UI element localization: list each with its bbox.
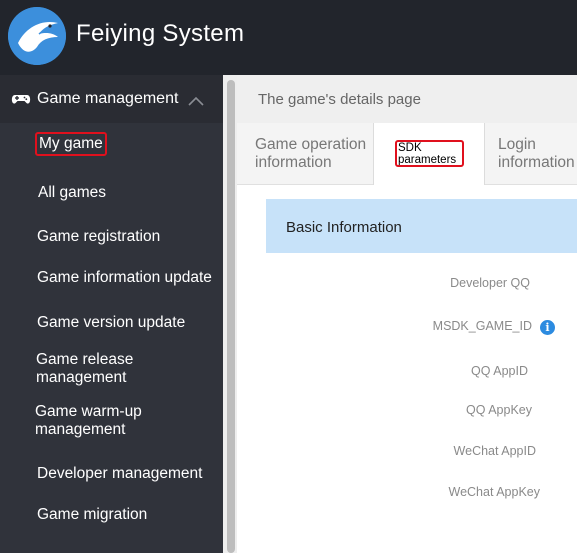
- sidebar-item-all-games[interactable]: All games: [38, 184, 106, 202]
- sidebar-item-game-information-update[interactable]: Game information update: [37, 269, 222, 287]
- basic-information-header: Basic Information: [266, 199, 577, 253]
- sidebar: Game management My game All games Game r…: [0, 75, 223, 553]
- top-bar: Feiying System: [0, 0, 577, 75]
- sidebar-section-label: Game management: [37, 90, 179, 107]
- sidebar-item-game-migration[interactable]: Game migration: [37, 506, 147, 524]
- page-title: The game's details page: [258, 91, 421, 108]
- tab-game-operation-information[interactable]: Game operation information: [237, 123, 373, 184]
- sidebar-item-game-registration[interactable]: Game registration: [37, 228, 160, 246]
- section-title: Basic Information: [286, 219, 402, 236]
- sidebar-section-game-management[interactable]: Game management: [0, 75, 223, 123]
- field-label-developer-qq: Developer QQ: [450, 276, 530, 290]
- tab-bar: Game operation information SDK parameter…: [237, 123, 577, 185]
- field-label-wechat-appkey: WeChat AppKey: [448, 485, 541, 499]
- tab-label: Game operation information: [255, 136, 367, 171]
- field-label-qq-appkey: QQ AppKey: [465, 403, 532, 417]
- sidebar-item-game-release-management[interactable]: Game release management: [36, 351, 176, 387]
- field-label-qq-appid: QQ AppID: [471, 364, 528, 378]
- sidebar-item-developer-management[interactable]: Developer management: [37, 465, 202, 483]
- sidebar-item-game-warm-up-management[interactable]: Game warm-up management: [35, 403, 175, 439]
- sidebar-item-game-version-update[interactable]: Game version update: [37, 314, 185, 332]
- tab-label: SDK parameters: [395, 140, 464, 167]
- sidebar-item-my-game[interactable]: My game: [35, 132, 107, 156]
- app-title: Feiying System: [76, 20, 245, 47]
- gamepad-icon: [11, 89, 31, 109]
- sidebar-scrollbar-thumb[interactable]: [227, 80, 235, 553]
- field-label-wechat-appid: WeChat AppID: [453, 444, 536, 458]
- field-label-msdk-game-id: MSDK_GAME_ID: [432, 319, 532, 333]
- tab-sdk-parameters[interactable]: SDK parameters: [373, 123, 485, 185]
- eagle-logo-icon: [8, 7, 66, 65]
- page-header: The game's details page: [237, 75, 577, 123]
- tab-login-information[interactable]: Login information: [485, 123, 577, 184]
- chevron-up-icon[interactable]: [187, 94, 205, 106]
- tab-label: Login information: [498, 136, 575, 171]
- info-icon[interactable]: i: [540, 320, 555, 335]
